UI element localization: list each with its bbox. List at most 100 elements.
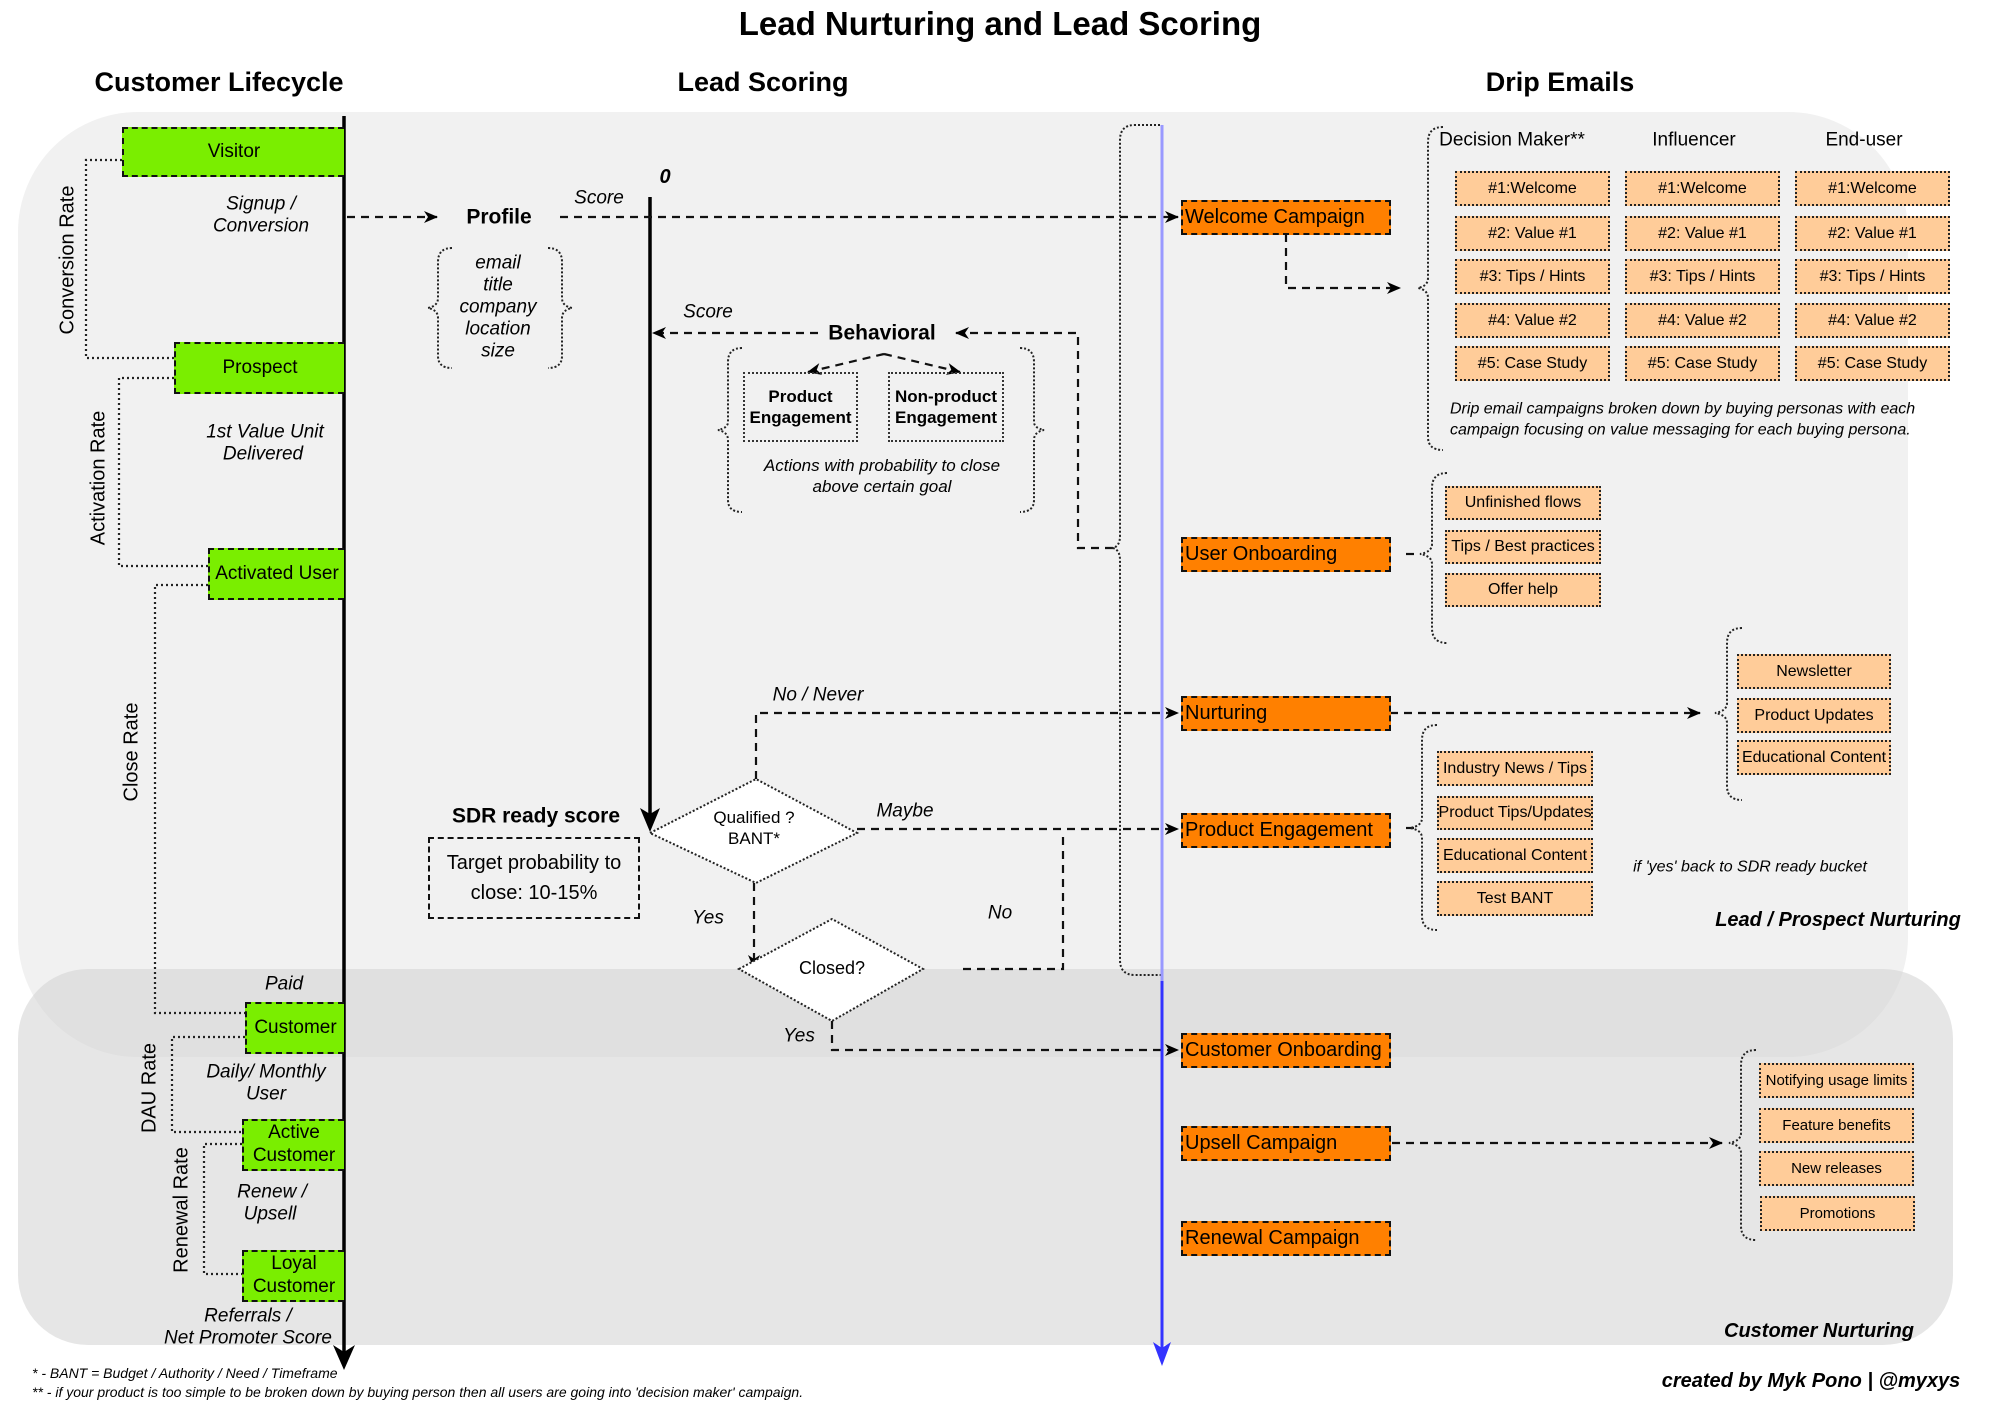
- profile-node[interactable]: Profile: [466, 204, 531, 229]
- engagement-email[interactable]: Test BANT: [1437, 881, 1593, 916]
- behavioral-brace-right: [1019, 347, 1045, 513]
- credit: created by Myk Pono | @myxys: [1661, 1370, 1961, 1392]
- sdr-l1: Target probability to: [446, 852, 622, 874]
- nonproduct-engagement-l2: Engagement: [894, 408, 998, 427]
- engagement-note: if 'yes' back to SDR ready bucket: [1633, 858, 1867, 876]
- behavior-note-l1: Actions with probability to close: [763, 455, 1001, 475]
- section-label-lead-nurturing: Lead / Prospect Nurturing: [1715, 909, 1961, 931]
- engagement-email[interactable]: Industry News / Tips: [1437, 751, 1593, 786]
- persona-email[interactable]: #2: Value #1: [1795, 216, 1950, 251]
- transition-signup-l1: Signup /: [226, 193, 296, 215]
- upsell-email[interactable]: New releases: [1759, 1151, 1914, 1186]
- campaign-upsell[interactable]: Upsell Campaign: [1181, 1126, 1391, 1161]
- campaign-product-engagement[interactable]: Product Engagement: [1181, 813, 1391, 848]
- persona-email[interactable]: #2: Value #1: [1625, 216, 1780, 251]
- nurturing-email[interactable]: Newsletter: [1737, 654, 1891, 689]
- campaign-customer-onboarding[interactable]: Customer Onboarding: [1181, 1033, 1391, 1068]
- transition-renew-l1: Renew /: [237, 1181, 307, 1203]
- nonproduct-engagement-box[interactable]: Non-product Engagement: [888, 372, 1004, 442]
- stage-loyal-customer-l2: Customer: [252, 1276, 336, 1297]
- upsell-brace: [1728, 1049, 1757, 1241]
- persona-email[interactable]: #5: Case Study: [1795, 346, 1950, 381]
- column-title-lifecycle: Customer Lifecycle: [94, 66, 344, 97]
- transition-renew-l2: Upsell: [243, 1203, 297, 1225]
- persona-email[interactable]: #4: Value #2: [1455, 303, 1610, 338]
- stage-loyal-customer-l1: Loyal: [271, 1253, 317, 1275]
- behavioral-brace-left: [717, 347, 743, 513]
- persona-email[interactable]: #3: Tips / Hints: [1795, 259, 1950, 294]
- profile-attr-size: size: [481, 340, 515, 362]
- product-engagement-l1: Product: [768, 386, 833, 406]
- stage-activated-user[interactable]: Activated User: [208, 548, 344, 600]
- nurturing-email[interactable]: Product Updates: [1737, 698, 1891, 733]
- stage-active-customer[interactable]: Active Customer: [242, 1119, 344, 1171]
- nonproduct-engagement-l1: Non-product: [895, 386, 997, 406]
- profile-attr-title: title: [483, 274, 513, 296]
- upsell-email[interactable]: Notifying usage limits: [1759, 1063, 1914, 1098]
- sdr-target-box: Target probability to close: 10-15%: [428, 837, 640, 919]
- stage-loyal-customer[interactable]: Loyal Customer: [242, 1250, 344, 1302]
- onboarding-email[interactable]: Offer help: [1445, 573, 1601, 607]
- sdr-l2: close: 10-15%: [470, 882, 598, 904]
- persona-email[interactable]: #1:Welcome: [1795, 171, 1950, 206]
- nurturing-email[interactable]: Educational Content: [1737, 740, 1891, 775]
- behavioral-node[interactable]: Behavioral: [828, 320, 935, 345]
- renewal-rate-bracket: [202, 1142, 242, 1276]
- rate-activation: Activation Rate: [87, 410, 110, 546]
- conversion-rate-bracket: [84, 158, 174, 360]
- edge-maybe: Maybe: [876, 800, 934, 822]
- campaign-renewal[interactable]: Renewal Campaign: [1181, 1221, 1391, 1256]
- persona-email[interactable]: #1:Welcome: [1625, 171, 1780, 206]
- rate-dau: DAU Rate: [138, 1042, 161, 1134]
- personas-note-l2: campaign focusing on value messaging for…: [1450, 421, 1911, 439]
- stage-visitor[interactable]: Visitor: [122, 127, 344, 177]
- persona-header-influencer: Influencer: [1652, 129, 1736, 151]
- persona-email[interactable]: #5: Case Study: [1455, 346, 1610, 381]
- campaign-nurturing[interactable]: Nurturing: [1181, 696, 1391, 731]
- onboarding-brace: [1419, 472, 1448, 644]
- product-engagement-box[interactable]: Product Engagement: [743, 372, 858, 442]
- persona-email[interactable]: #1:Welcome: [1455, 171, 1610, 206]
- behavioral-split-left: [807, 352, 885, 375]
- edge-no: No: [987, 902, 1013, 924]
- engagement-brace: [1409, 724, 1438, 931]
- closed-yes-arrow: [830, 1021, 1179, 1056]
- upsell-email[interactable]: Feature benefits: [1759, 1108, 1914, 1143]
- onboarding-email[interactable]: Unfinished flows: [1445, 486, 1601, 520]
- transition-paid: Paid: [264, 973, 304, 995]
- close-rate-bracket: [153, 583, 245, 1015]
- activation-rate-bracket: [117, 376, 208, 568]
- persona-email[interactable]: #4: Value #2: [1795, 303, 1950, 338]
- transition-signup-l2: Conversion: [212, 215, 310, 237]
- engagement-email[interactable]: Educational Content: [1437, 838, 1593, 873]
- score-zero-label: 0: [659, 166, 671, 188]
- closed-label: Closed?: [798, 958, 866, 979]
- persona-email[interactable]: #3: Tips / Hints: [1625, 259, 1780, 294]
- profile-brace-left: [427, 247, 453, 369]
- persona-email[interactable]: #3: Tips / Hints: [1455, 259, 1610, 294]
- product-engagement-l2: Engagement: [749, 408, 852, 427]
- campaign-user-onboarding[interactable]: User Onboarding: [1181, 537, 1391, 572]
- stage-customer[interactable]: Customer: [245, 1002, 344, 1054]
- timeline-brace: [1109, 124, 1162, 976]
- persona-email[interactable]: #4: Value #2: [1625, 303, 1780, 338]
- qualified-l2: BANT*: [728, 828, 780, 848]
- persona-email[interactable]: #2: Value #1: [1455, 216, 1610, 251]
- dau-rate-bracket: [170, 1035, 245, 1134]
- welcome-to-personas-arrow: [1284, 234, 1401, 294]
- footnote-bant: * - BANT = Budget / Authority / Need / T…: [32, 1365, 338, 1381]
- engagement-email[interactable]: Product Tips/Updates: [1437, 796, 1593, 830]
- closed-no-loop: [963, 835, 1065, 971]
- rate-renewal: Renewal Rate: [170, 1147, 193, 1273]
- behavior-note-l2: above certain goal: [812, 476, 952, 496]
- onboarding-email[interactable]: Tips / Best practices: [1445, 530, 1601, 564]
- rate-close: Close Rate: [120, 702, 143, 802]
- transition-dau-l1: Daily/ Monthly: [206, 1061, 326, 1083]
- campaign-welcome[interactable]: Welcome Campaign: [1181, 200, 1391, 235]
- persona-header-end-user: End-user: [1825, 129, 1903, 151]
- profile-score-label: Score: [574, 187, 624, 209]
- page-title: Lead Nurturing and Lead Scoring: [738, 5, 1262, 43]
- upsell-email[interactable]: Promotions: [1760, 1196, 1915, 1231]
- persona-email[interactable]: #5: Case Study: [1625, 346, 1780, 381]
- stage-prospect[interactable]: Prospect: [174, 342, 344, 394]
